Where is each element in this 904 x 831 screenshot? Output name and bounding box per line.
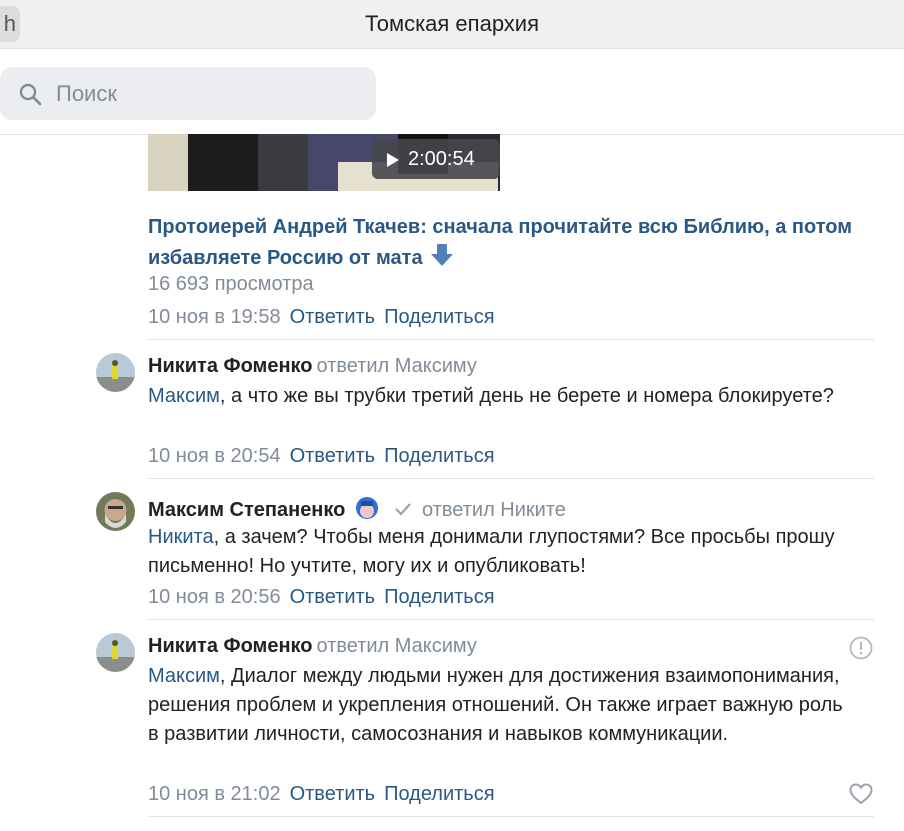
- comment-body: , Диалог между людьми нужен для достижен…: [148, 665, 843, 745]
- search-input[interactable]: Поиск: [0, 67, 376, 120]
- reply-button[interactable]: Ответить: [290, 586, 376, 608]
- reply-to[interactable]: ответил Никите: [422, 499, 566, 521]
- arrow-down-icon: [430, 244, 453, 266]
- reply-button[interactable]: Ответить: [290, 445, 376, 467]
- comment-author-line: Никита Фоменко ответил Максиму: [148, 355, 477, 378]
- verified-check-icon: [395, 503, 412, 516]
- share-button[interactable]: Поделиться: [384, 445, 494, 467]
- search-icon: [19, 83, 42, 106]
- like-heart-icon[interactable]: [849, 783, 873, 805]
- avatar[interactable]: [96, 353, 135, 392]
- comment-text: Максим, Диалог между людьми нужен для до…: [148, 662, 848, 749]
- post-date[interactable]: 10 ноя в 19:58: [148, 306, 281, 328]
- mention-link[interactable]: Максим: [148, 665, 220, 687]
- comment-text: Максим, а что же вы трубки третий день н…: [148, 382, 848, 411]
- window-title: Томская епархия: [364, 11, 540, 36]
- comment-author[interactable]: Никита Фоменко: [148, 635, 313, 657]
- comment-author-line: Никита Фоменко ответил Максиму: [148, 635, 477, 658]
- comment-author[interactable]: Никита Фоменко: [148, 355, 313, 377]
- share-button[interactable]: Поделиться: [384, 586, 494, 608]
- comment-date[interactable]: 10 ноя в 20:54: [148, 445, 281, 467]
- comment-meta: 10 ноя в 20:56 Ответить Поделиться: [148, 586, 495, 609]
- reply-button[interactable]: Ответить: [290, 306, 376, 328]
- report-icon[interactable]: [849, 636, 873, 660]
- comment-body: , а что же вы трубки третий день не бере…: [219, 385, 834, 407]
- video-title-text: Протоиерей Андрей Ткачев: сначала прочит…: [148, 216, 853, 269]
- comment-meta: 10 ноя в 21:02 Ответить Поделиться: [148, 783, 495, 806]
- play-icon: [387, 153, 399, 167]
- window-titlebar: h Томская епархия: [0, 0, 904, 49]
- reply-button[interactable]: Ответить: [290, 783, 376, 805]
- reply-to[interactable]: ответил Максиму: [317, 635, 477, 657]
- post-meta: 10 ноя в 19:58 Ответить Поделиться: [148, 306, 495, 329]
- search-row: Поиск: [0, 56, 904, 135]
- comment-body: , а зачем? Чтобы меня донимали глупостям…: [148, 526, 835, 577]
- avatar-badge-icon: [355, 497, 378, 519]
- search-placeholder: Поиск: [56, 81, 117, 106]
- comment-date[interactable]: 10 ноя в 20:56: [148, 586, 281, 608]
- mention-link[interactable]: Максим: [148, 385, 220, 407]
- avatar[interactable]: [96, 492, 135, 531]
- comment-text: Никита, а зачем? Чтобы меня донимали глу…: [148, 523, 848, 581]
- comment-meta: 10 ноя в 20:54 Ответить Поделиться: [148, 445, 495, 468]
- comment-author-line: Максим Степаненко ответил Никите: [148, 496, 566, 522]
- video-duration: 2:00:54: [408, 148, 475, 170]
- video-duration-badge[interactable]: 2:00:54: [372, 139, 500, 179]
- divider: [148, 478, 874, 479]
- reply-to[interactable]: ответил Максиму: [317, 355, 477, 377]
- video-title-link[interactable]: Протоиерей Андрей Ткачев: сначала прочит…: [148, 212, 868, 273]
- share-button[interactable]: Поделиться: [384, 783, 494, 805]
- mention-link[interactable]: Никита: [148, 526, 214, 548]
- divider: [148, 619, 874, 620]
- avatar[interactable]: [96, 633, 135, 672]
- view-count: 16 693 просмотра: [148, 273, 314, 295]
- share-button[interactable]: Поделиться: [384, 306, 494, 328]
- comment-date[interactable]: 10 ноя в 21:02: [148, 783, 281, 805]
- divider: [148, 816, 874, 817]
- divider: [148, 339, 874, 340]
- comment-author[interactable]: Максим Степаненко: [148, 499, 345, 521]
